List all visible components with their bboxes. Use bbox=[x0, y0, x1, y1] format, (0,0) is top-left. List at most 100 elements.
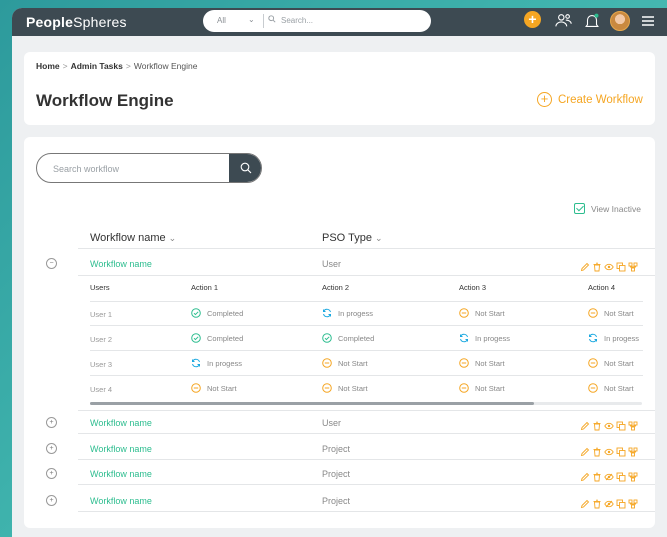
sync-icon bbox=[191, 358, 201, 368]
workflow-search-input[interactable] bbox=[53, 161, 223, 177]
collapse-icon[interactable]: − bbox=[46, 258, 57, 269]
eye-icon[interactable] bbox=[604, 418, 614, 430]
status-label: In progess bbox=[338, 308, 374, 318]
divider bbox=[90, 325, 643, 326]
column-header-name-label: Workflow name bbox=[90, 232, 166, 244]
menu-icon[interactable] bbox=[640, 13, 660, 33]
minus-circle-icon bbox=[588, 383, 598, 393]
subtable-header: Action 2 bbox=[322, 283, 350, 292]
status-cell: In progess bbox=[459, 333, 510, 343]
expand-icon[interactable]: + bbox=[46, 443, 57, 454]
eye-icon[interactable] bbox=[604, 444, 614, 456]
status-cell: In progess bbox=[191, 358, 242, 368]
search-icon bbox=[268, 15, 276, 25]
edit-icon[interactable] bbox=[580, 496, 590, 509]
trash-icon[interactable] bbox=[592, 469, 602, 482]
divider bbox=[78, 248, 655, 249]
breadcrumb-admin[interactable]: Admin Tasks bbox=[71, 61, 123, 71]
breadcrumb-separator: > bbox=[125, 61, 131, 71]
search-divider bbox=[263, 14, 264, 28]
workflow-search-button[interactable] bbox=[229, 154, 261, 182]
copy-icon[interactable] bbox=[616, 469, 626, 482]
subtable-header: Action 1 bbox=[191, 283, 219, 292]
workflow-icon[interactable] bbox=[628, 496, 638, 509]
global-search-placeholder[interactable]: Search... bbox=[281, 16, 313, 25]
status-cell: In progess bbox=[588, 333, 639, 343]
trash-icon[interactable] bbox=[592, 259, 602, 272]
status-label: Not Start bbox=[604, 358, 634, 368]
eye-off-icon[interactable] bbox=[604, 496, 614, 508]
pso-type: Project bbox=[322, 469, 351, 479]
column-header-pso[interactable]: PSO Type ⌄ bbox=[322, 232, 382, 244]
subtable-scrollbar[interactable] bbox=[90, 402, 642, 405]
view-inactive-label: View Inactive bbox=[591, 203, 641, 214]
chevron-down-icon[interactable]: ⌄ bbox=[248, 15, 255, 24]
status-label: Not Start bbox=[338, 358, 368, 368]
workflow-icon[interactable] bbox=[628, 259, 638, 272]
row-actions bbox=[580, 444, 638, 457]
checkbox-checked-icon[interactable] bbox=[574, 203, 585, 214]
row-actions bbox=[580, 496, 638, 509]
workflow-name-link[interactable]: Workflow name bbox=[90, 496, 152, 506]
divider bbox=[78, 459, 655, 460]
status-cell: Not Start bbox=[588, 308, 634, 318]
global-search[interactable]: All ⌄ Search... bbox=[203, 10, 431, 32]
status-cell: Not Start bbox=[459, 308, 505, 318]
trash-icon[interactable] bbox=[592, 418, 602, 431]
edit-icon[interactable] bbox=[580, 469, 590, 482]
minus-circle-icon bbox=[459, 358, 469, 368]
search-scope[interactable]: All bbox=[217, 16, 226, 25]
expand-icon[interactable]: + bbox=[46, 495, 57, 506]
trash-icon[interactable] bbox=[592, 444, 602, 457]
minus-circle-icon bbox=[459, 308, 469, 318]
view-inactive-toggle[interactable]: View Inactive bbox=[574, 203, 641, 214]
add-icon[interactable]: + bbox=[524, 11, 541, 28]
divider bbox=[78, 511, 655, 512]
chevron-down-icon: ⌄ bbox=[168, 233, 177, 243]
divider bbox=[78, 433, 655, 434]
bell-icon[interactable] bbox=[583, 12, 603, 32]
expand-icon[interactable]: + bbox=[46, 468, 57, 479]
copy-icon[interactable] bbox=[616, 496, 626, 509]
minus-circle-icon bbox=[588, 358, 598, 368]
edit-icon[interactable] bbox=[580, 444, 590, 457]
workflow-name-link[interactable]: Workflow name bbox=[90, 444, 152, 454]
divider bbox=[90, 301, 643, 302]
copy-icon[interactable] bbox=[616, 259, 626, 272]
breadcrumb-home[interactable]: Home bbox=[36, 61, 60, 71]
edit-icon[interactable] bbox=[580, 259, 590, 272]
copy-icon[interactable] bbox=[616, 444, 626, 457]
logo-bold-text: People bbox=[26, 14, 74, 30]
users-icon[interactable] bbox=[555, 12, 575, 32]
avatar[interactable] bbox=[610, 11, 630, 31]
chevron-down-icon: ⌄ bbox=[374, 233, 383, 243]
trash-icon[interactable] bbox=[592, 496, 602, 509]
status-label: Not Start bbox=[338, 383, 368, 393]
create-workflow-button[interactable]: + Create Workflow bbox=[537, 92, 643, 107]
status-cell: Completed bbox=[191, 333, 243, 343]
workflow-icon[interactable] bbox=[628, 444, 638, 457]
scrollbar-thumb[interactable] bbox=[90, 402, 534, 405]
logo[interactable]: PeopleSpheres bbox=[26, 14, 127, 30]
minus-circle-icon bbox=[459, 383, 469, 393]
workflow-name-link[interactable]: Workflow name bbox=[90, 259, 152, 269]
pso-type: Project bbox=[322, 496, 351, 506]
workflow-name-link[interactable]: Workflow name bbox=[90, 418, 152, 428]
column-header-name[interactable]: Workflow name ⌄ bbox=[90, 232, 176, 244]
copy-icon[interactable] bbox=[616, 418, 626, 431]
plus-circle-icon: + bbox=[537, 92, 552, 107]
status-cell: Not Start bbox=[322, 383, 368, 393]
pso-type: User bbox=[322, 259, 342, 269]
edit-icon[interactable] bbox=[580, 418, 590, 431]
workflow-name-link[interactable]: Workflow name bbox=[90, 469, 152, 479]
eye-icon[interactable] bbox=[604, 259, 614, 271]
expand-icon[interactable]: + bbox=[46, 417, 57, 428]
status-label: In progess bbox=[207, 358, 243, 368]
workflow-icon[interactable] bbox=[628, 418, 638, 431]
status-cell: Not Start bbox=[191, 383, 237, 393]
eye-off-icon[interactable] bbox=[604, 469, 614, 481]
create-workflow-label: Create Workflow bbox=[558, 93, 643, 106]
divider bbox=[90, 350, 643, 351]
pso-type: Project bbox=[322, 444, 351, 454]
workflow-icon[interactable] bbox=[628, 469, 638, 482]
